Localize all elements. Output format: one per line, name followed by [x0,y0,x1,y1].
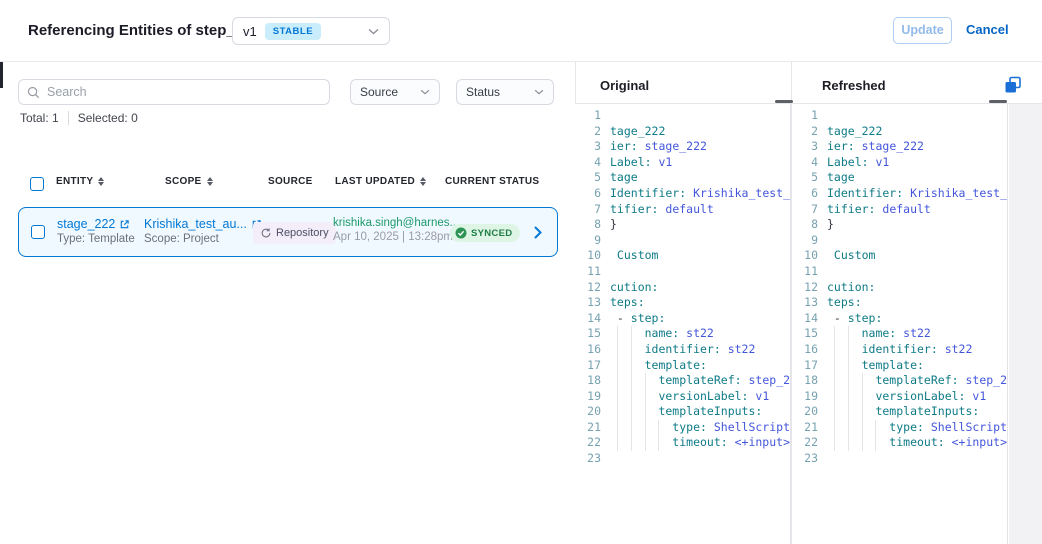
select-all-checkbox[interactable] [30,177,44,191]
code-line: 4Label: v1 [575,155,790,171]
selected-count: Selected: 0 [78,111,138,125]
code-line: 23 [575,451,790,467]
code-line: 5tage [792,170,1007,186]
column-entity: ENTITY [56,176,104,187]
column-scope: SCOPE [165,176,213,187]
column-current-status: CURRENT STATUS [445,176,539,187]
code-line: 14 - step: [792,311,1007,327]
column-last-updated: LAST UPDATED [335,176,426,187]
h-scrollbar-thumb[interactable] [775,100,793,103]
panel-right-gutter [1009,104,1042,544]
search-input[interactable] [47,85,321,99]
entity-link[interactable]: stage_222 [57,217,115,231]
code-line: 1 [575,108,790,124]
code-line: 7tifier: default [792,202,1007,218]
code-line: 11 [792,264,1007,280]
original-panel-title: Original [600,78,649,93]
check-circle-icon [455,227,467,239]
sort-icon[interactable] [420,177,426,186]
summary-divider [68,111,69,125]
code-line: 8} [575,217,790,233]
code-line: 3ier: stage_222 [575,139,790,155]
code-line: 11 [575,264,790,280]
code-line: 7tifier: default [575,202,790,218]
code-line: 18templateRef: step_222 [575,373,790,389]
code-line: 20templateInputs: [575,404,790,420]
code-line: 10 Custom [792,248,1007,264]
code-line: 15name: st22 [575,326,790,342]
source-filter-label: Source [360,85,398,99]
page-title: Referencing Entities of step_222 [28,22,260,39]
code-line: 23 [792,451,1007,467]
update-button[interactable]: Update [893,17,952,44]
code-line: 18templateRef: step_222 [792,373,1007,389]
search-box [18,79,330,105]
code-line: 16identifier: st22 [792,342,1007,358]
column-source: SOURCE [268,176,313,187]
code-line: 8} [792,217,1007,233]
code-line: 6Identifier: Krishika_test_aut [575,186,790,202]
code-line: 16identifier: st22 [575,342,790,358]
chevron-right-icon[interactable] [534,226,542,239]
original-code-panel[interactable]: 12tage_2223ier: stage_2224Label: v15tage… [575,104,791,544]
code-line: 17template: [575,358,790,374]
external-link-icon[interactable] [119,219,130,230]
status-filter[interactable]: Status [456,79,554,105]
version-label: v1 [243,24,257,39]
copy-icon[interactable] [1003,75,1023,95]
code-line: 10 Custom [575,248,790,264]
code-line: 13teps: [792,295,1007,311]
sort-icon[interactable] [207,177,213,186]
cancel-button[interactable]: Cancel [966,22,1009,37]
updated-at: Apr 10, 2025 | 13:28pm [333,231,459,243]
repository-icon [260,227,272,239]
refreshed-code-panel[interactable]: 12tage_2223ier: stage_2224Label: v15tage… [792,104,1008,544]
version-select[interactable]: v1 STABLE [232,17,390,45]
code-line: 2tage_222 [575,124,790,140]
scope-link[interactable]: Krishika_test_au... [144,217,247,231]
code-line: 22timeout: <+input> [575,435,790,451]
search-icon [27,86,40,99]
code-line: 5tage [575,170,790,186]
status-filter-label: Status [466,85,500,99]
code-line: 3ier: stage_222 [792,139,1007,155]
code-line: 9 [575,233,790,249]
refreshed-panel-title: Refreshed [822,78,886,93]
status-badge: SYNCED [450,224,520,242]
code-line: 13teps: [575,295,790,311]
code-line: 19versionLabel: v1 [792,389,1007,405]
chevron-down-icon [534,89,544,95]
stable-badge: STABLE [265,23,321,40]
table-header: ENTITY SCOPE SOURCE LAST UPDATED CURRENT… [0,176,560,194]
source-filter[interactable]: Source [350,79,440,105]
code-line: 12cution: [792,280,1007,296]
code-line: 14 - step: [575,311,790,327]
code-line: 1 [792,108,1007,124]
code-line: 19versionLabel: v1 [575,389,790,405]
code-line: 21type: ShellScript [575,420,790,436]
code-line: 6Identifier: Krishika_test_aut [792,186,1007,202]
entity-type: Type: Template [57,233,135,245]
updated-by: krishika.singh@harnes... [333,217,459,229]
code-line: 9 [792,233,1007,249]
table-row[interactable]: stage_222 Type: Template Krishika_test_a… [18,207,558,257]
chevron-down-icon [368,28,379,35]
scope-detail: Scope: Project [144,233,262,245]
source-badge: Repository [253,222,336,244]
code-line: 21type: ShellScript [792,420,1007,436]
chevron-down-icon [420,89,430,95]
code-line: 2tage_222 [792,124,1007,140]
h-scrollbar-thumb[interactable] [989,100,1007,103]
total-count: Total: 1 [20,111,59,125]
code-line: 15name: st22 [792,326,1007,342]
row-checkbox[interactable] [31,225,45,239]
code-line: 12cution: [575,280,790,296]
sort-icon[interactable] [98,177,104,186]
code-line: 20templateInputs: [792,404,1007,420]
code-line: 4Label: v1 [792,155,1007,171]
code-line: 17template: [792,358,1007,374]
code-line: 22timeout: <+input> [792,435,1007,451]
table-summary: Total: 1 Selected: 0 [20,111,138,125]
